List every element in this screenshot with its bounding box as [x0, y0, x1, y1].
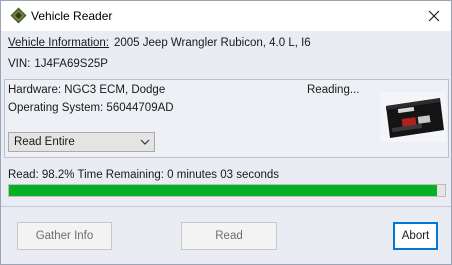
vin-label: VIN: [8, 58, 31, 70]
divider [1, 206, 451, 207]
close-button[interactable] [417, 1, 451, 31]
abort-button[interactable]: Abort [393, 222, 438, 250]
read-mode-dropdown[interactable]: Read Entire [8, 132, 155, 152]
hardware-text: Hardware: NGC3 ECM, Dodge [8, 84, 166, 96]
window-title: Vehicle Reader [31, 9, 113, 23]
chevron-down-icon [136, 133, 154, 151]
title-bar: Vehicle Reader [1, 1, 451, 31]
module-panel: Hardware: NGC3 ECM, Dodge Operating Syst… [4, 79, 449, 158]
jeep-diamond-icon [10, 7, 27, 24]
close-icon [428, 10, 440, 22]
progress-fill [9, 185, 437, 196]
ecm-module-image [380, 92, 446, 142]
gather-info-button[interactable]: Gather Info [17, 222, 112, 250]
read-mode-selected: Read Entire [14, 136, 75, 148]
progress-bar [8, 184, 446, 197]
progress-text: Read: 98.2% Time Remaining: 0 minutes 03… [8, 169, 280, 181]
vin-value: 1J4FA69S25P [34, 58, 108, 70]
vehicle-information-label: Vehicle Information: [8, 37, 110, 49]
read-button[interactable]: Read [181, 222, 277, 250]
vehicle-reader-window: Vehicle Reader Vehicle Information: 2005… [0, 0, 452, 265]
vehicle-information-value: 2005 Jeep Wrangler Rubicon, 4.0 L, I6 [114, 37, 311, 49]
status-text: Reading... [307, 84, 360, 96]
operating-system-text: Operating System: 56044709AD [8, 102, 174, 114]
vin-row: VIN: 1J4FA69S25P [8, 58, 108, 70]
